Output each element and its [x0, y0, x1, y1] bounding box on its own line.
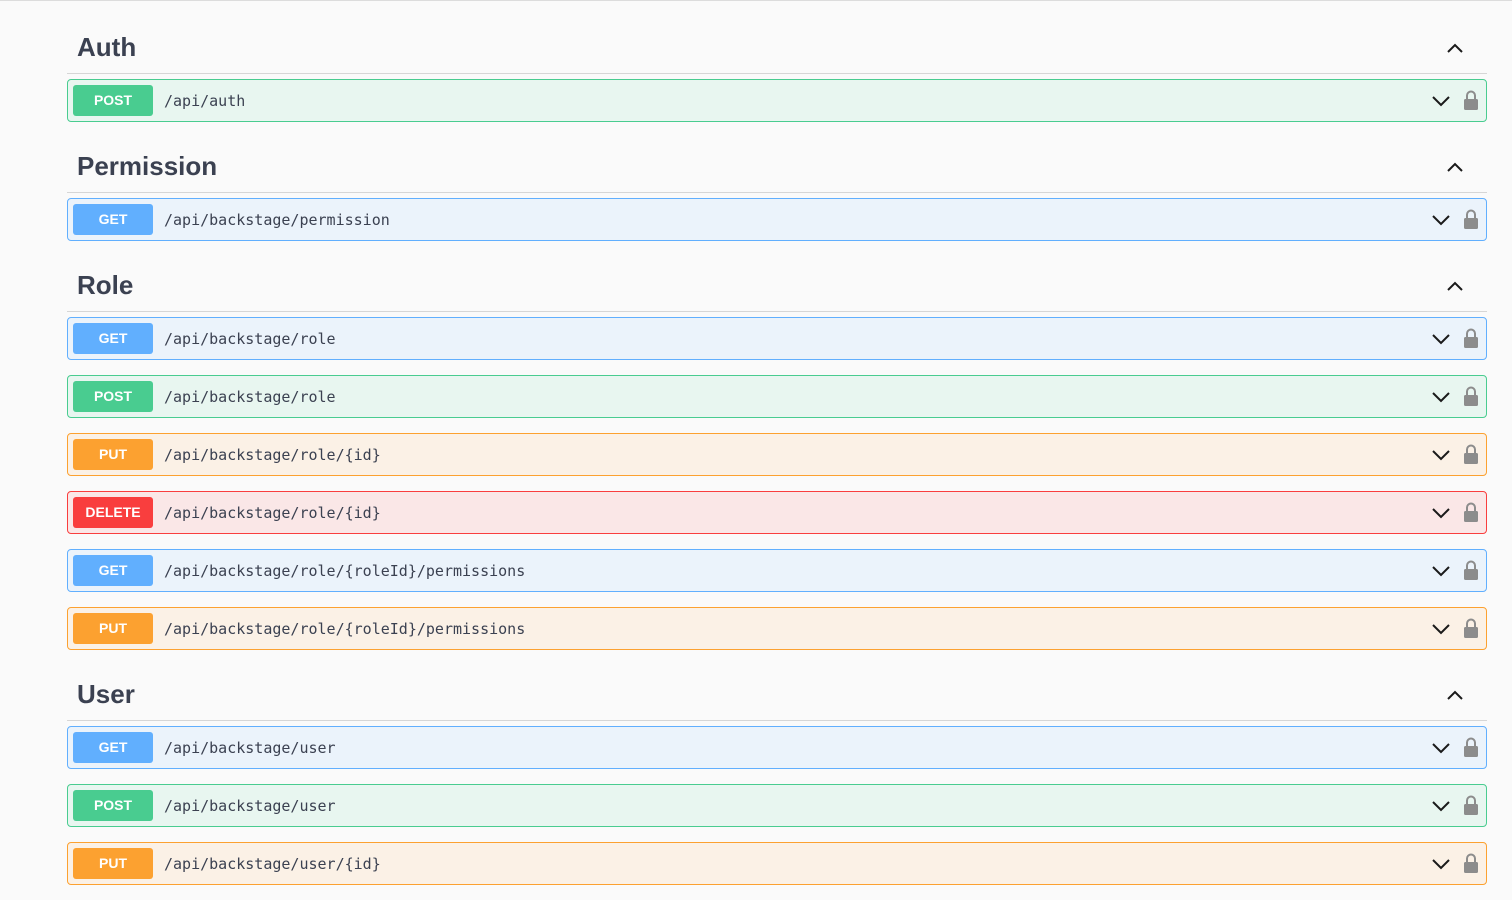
- tag-title: Auth: [77, 32, 137, 62]
- method-badge: GET: [73, 204, 153, 235]
- operation-path: /api/backstage/role/{id}: [164, 446, 381, 464]
- lock-icon[interactable]: [1464, 209, 1478, 229]
- operation-path: /api/backstage/user: [164, 739, 336, 757]
- operation-row[interactable]: POST /api/backstage/user: [67, 784, 1487, 827]
- tag-section-permission: Permission GET /api/backstage/permission: [67, 137, 1487, 241]
- lock-icon[interactable]: [1464, 90, 1478, 110]
- chevron-down-icon[interactable]: [1432, 389, 1450, 405]
- chevron-up-icon[interactable]: [1447, 278, 1463, 294]
- operation-row[interactable]: DELETE /api/backstage/role/{id}: [67, 491, 1487, 534]
- operation-path: /api/backstage/permission: [164, 211, 390, 229]
- tag-header-auth[interactable]: Auth: [67, 18, 1487, 74]
- chevron-up-icon[interactable]: [1447, 40, 1463, 56]
- method-badge: GET: [73, 732, 153, 763]
- operation-path: /api/backstage/role: [164, 330, 336, 348]
- operation-row[interactable]: GET /api/backstage/permission: [67, 198, 1487, 241]
- chevron-down-icon[interactable]: [1432, 740, 1450, 756]
- chevron-down-icon[interactable]: [1432, 447, 1450, 463]
- chevron-down-icon[interactable]: [1432, 856, 1450, 872]
- method-badge: GET: [73, 323, 153, 354]
- lock-icon[interactable]: [1464, 386, 1478, 406]
- operation-path: /api/backstage/user/{id}: [164, 855, 381, 873]
- tag-title: Permission: [77, 151, 218, 181]
- operation-row[interactable]: GET /api/backstage/user: [67, 726, 1487, 769]
- chevron-up-icon[interactable]: [1447, 687, 1463, 703]
- operation-path: /api/auth: [164, 92, 246, 110]
- operation-path: /api/backstage/role/{id}: [164, 504, 381, 522]
- lock-icon[interactable]: [1464, 853, 1478, 873]
- tag-section-user: User GET /api/backstage/user POST /api/b…: [67, 665, 1487, 885]
- tag-section-auth: Auth POST /api/auth: [67, 18, 1487, 122]
- lock-icon[interactable]: [1464, 618, 1478, 638]
- lock-icon[interactable]: [1464, 737, 1478, 757]
- lock-icon[interactable]: [1464, 444, 1478, 464]
- method-badge: POST: [73, 85, 153, 116]
- lock-icon[interactable]: [1464, 560, 1478, 580]
- lock-icon[interactable]: [1464, 795, 1478, 815]
- operation-row[interactable]: POST /api/auth: [67, 79, 1487, 122]
- lock-icon[interactable]: [1464, 328, 1478, 348]
- method-badge: DELETE: [73, 497, 153, 528]
- chevron-down-icon[interactable]: [1432, 505, 1450, 521]
- method-badge: GET: [73, 555, 153, 586]
- operation-path: /api/backstage/user: [164, 797, 336, 815]
- chevron-down-icon[interactable]: [1432, 93, 1450, 109]
- operation-path: /api/backstage/role/{roleId}/permissions: [164, 620, 526, 638]
- method-badge: POST: [73, 381, 153, 412]
- tag-header-role[interactable]: Role: [67, 256, 1487, 312]
- operation-row[interactable]: POST /api/backstage/role: [67, 375, 1487, 418]
- method-badge: PUT: [73, 848, 153, 879]
- chevron-down-icon[interactable]: [1432, 563, 1450, 579]
- chevron-down-icon[interactable]: [1432, 212, 1450, 228]
- chevron-up-icon[interactable]: [1447, 159, 1463, 175]
- operation-row[interactable]: PUT /api/backstage/role/{roleId}/permiss…: [67, 607, 1487, 650]
- chevron-down-icon[interactable]: [1432, 798, 1450, 814]
- operation-row[interactable]: GET /api/backstage/role/{roleId}/permiss…: [67, 549, 1487, 592]
- method-badge: POST: [73, 790, 153, 821]
- tag-header-permission[interactable]: Permission: [67, 137, 1487, 193]
- operation-path: /api/backstage/role: [164, 388, 336, 406]
- chevron-down-icon[interactable]: [1432, 331, 1450, 347]
- operation-row[interactable]: PUT /api/backstage/user/{id}: [67, 842, 1487, 885]
- operation-row[interactable]: PUT /api/backstage/role/{id}: [67, 433, 1487, 476]
- lock-icon[interactable]: [1464, 502, 1478, 522]
- operation-row[interactable]: GET /api/backstage/role: [67, 317, 1487, 360]
- api-operations-list: Auth POST /api/auth Permission GET /api/…: [67, 18, 1487, 900]
- tag-header-user[interactable]: User: [67, 665, 1487, 721]
- operation-path: /api/backstage/role/{roleId}/permissions: [164, 562, 526, 580]
- tag-title: Role: [77, 270, 134, 300]
- method-badge: PUT: [73, 613, 153, 644]
- chevron-down-icon[interactable]: [1432, 621, 1450, 637]
- tag-section-role: Role GET /api/backstage/role POST /api/b…: [67, 256, 1487, 650]
- tag-title: User: [77, 679, 135, 709]
- top-divider: [0, 0, 1512, 3]
- method-badge: PUT: [73, 439, 153, 470]
